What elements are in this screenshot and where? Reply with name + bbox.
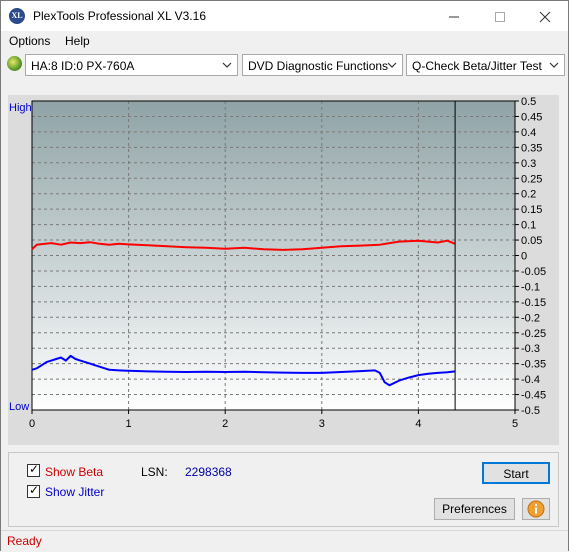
disc-drive-icon xyxy=(7,56,22,71)
function-select[interactable]: DVD Diagnostic Functions xyxy=(242,54,403,76)
y-low-label: Low xyxy=(9,401,30,413)
y-high-label: High xyxy=(9,102,32,114)
drive-select[interactable]: HA:8 ID:0 PX-760A xyxy=(25,54,238,76)
maximize-icon[interactable] xyxy=(477,1,523,31)
chevron-down-icon xyxy=(222,62,232,68)
show-beta-checkbox[interactable]: ✓ xyxy=(27,462,40,477)
preferences-button-label: Preferences xyxy=(442,502,507,516)
lsn-value: 2298368 xyxy=(185,465,232,479)
menu-bar: Options Help xyxy=(1,31,568,51)
preferences-button[interactable]: Preferences xyxy=(434,498,515,520)
status-text: Ready xyxy=(7,534,42,548)
show-jitter-label[interactable]: Show Jitter xyxy=(45,485,104,499)
close-icon[interactable] xyxy=(522,1,568,31)
title-bar[interactable]: XL PlexTools Professional XL V3.16 xyxy=(1,1,568,31)
chart-panel xyxy=(8,95,559,445)
window-title: PlexTools Professional XL V3.16 xyxy=(33,9,206,23)
show-beta-label[interactable]: Show Beta xyxy=(45,465,103,479)
drive-select-value: HA:8 ID:0 PX-760A xyxy=(31,59,135,73)
app-window: XL PlexTools Professional XL V3.16 Optio… xyxy=(0,0,569,551)
start-button-label: Start xyxy=(503,467,529,481)
function-select-value: DVD Diagnostic Functions xyxy=(248,59,389,73)
status-bar: Ready xyxy=(1,530,568,551)
menu-options[interactable]: Options xyxy=(9,34,50,48)
lsn-label: LSN: xyxy=(141,465,168,479)
check-icon: ✓ xyxy=(29,462,40,476)
toolbar: HA:8 ID:0 PX-760A DVD Diagnostic Functio… xyxy=(1,53,568,79)
show-jitter-checkbox[interactable]: ✓ xyxy=(27,483,40,498)
minimize-icon[interactable] xyxy=(431,1,477,31)
chevron-down-icon xyxy=(387,62,397,68)
info-button[interactable] xyxy=(522,498,550,520)
info-icon xyxy=(527,500,545,518)
test-select-value: Q-Check Beta/Jitter Test xyxy=(412,59,542,73)
check-icon: ✓ xyxy=(29,483,40,497)
test-select[interactable]: Q-Check Beta/Jitter Test xyxy=(406,54,565,76)
chevron-down-icon xyxy=(549,62,559,68)
app-logo-icon: XL xyxy=(9,8,25,24)
menu-help[interactable]: Help xyxy=(65,34,90,48)
start-button[interactable]: Start xyxy=(482,462,550,484)
